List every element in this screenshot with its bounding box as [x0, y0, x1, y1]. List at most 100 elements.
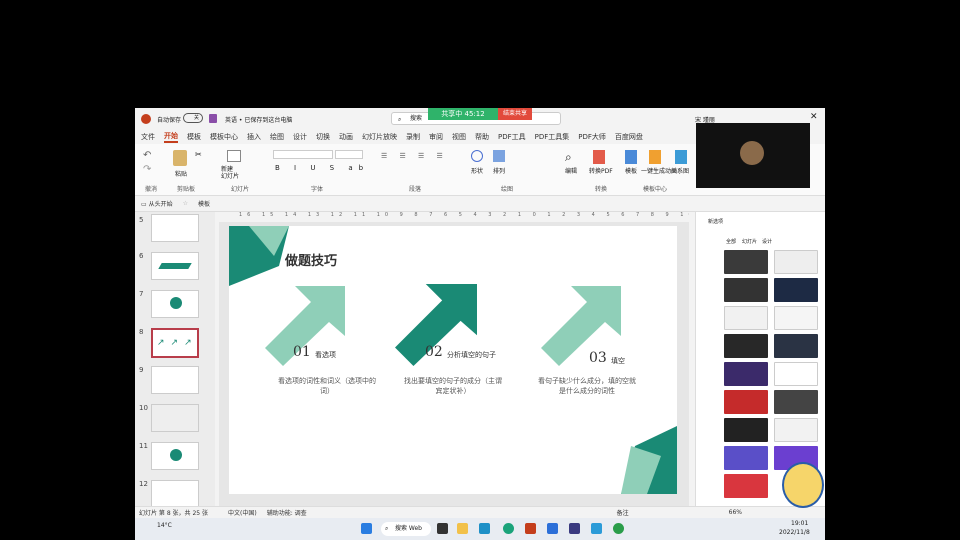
autosave-toggle[interactable]: 关 [183, 113, 203, 123]
paste-icon[interactable] [173, 150, 187, 166]
menu-animations[interactable]: 动画 [339, 132, 353, 142]
slide-thumbnail-5[interactable] [151, 214, 199, 242]
item-desc-2: 找出要填空的句子的成分（主谓宾定状补） [404, 377, 502, 395]
design-card[interactable] [724, 278, 768, 302]
design-card[interactable] [724, 446, 768, 470]
slide-count: 幻灯片 第 8 张，共 25 张 [139, 510, 208, 517]
menu-record[interactable]: 录制 [406, 132, 420, 142]
design-card[interactable] [774, 334, 818, 358]
menu-file[interactable]: 文件 [141, 132, 155, 142]
taskbar-search[interactable]: ⌕ 搜索 Web [381, 522, 431, 536]
slide-thumbnail-7[interactable] [151, 290, 199, 318]
design-card[interactable] [774, 250, 818, 274]
template-icon[interactable] [625, 150, 637, 164]
menu-pdf-toolset[interactable]: PDF工具集 [535, 132, 570, 142]
design-card[interactable] [774, 278, 818, 302]
relation-icon[interactable] [675, 150, 687, 164]
thumbnail-number: 5 [139, 216, 144, 224]
menu-baidu-netdisk[interactable]: 百度网盘 [615, 132, 643, 142]
menu-template-center[interactable]: 模板中心 [210, 132, 238, 142]
slide-thumbnail-9[interactable] [151, 366, 199, 394]
current-slide[interactable]: 做题技巧 01 看选项 看选项的词性和词义（选项中的词） 02 分析填空的句子 … [229, 226, 677, 494]
font-box[interactable] [273, 150, 333, 159]
menu-draw[interactable]: 绘图 [270, 132, 284, 142]
slide-thumbnail-10[interactable] [151, 404, 199, 432]
design-card[interactable] [774, 306, 818, 330]
new-slide-label: 新建 幻灯片 [221, 166, 240, 180]
chrome-icon[interactable] [613, 523, 624, 534]
app-icon[interactable] [591, 523, 602, 534]
design-card[interactable] [774, 362, 818, 386]
shape-icon[interactable] [471, 150, 483, 162]
notes-button[interactable]: 备注 [617, 508, 629, 517]
save-icon[interactable] [209, 114, 217, 123]
template-label: 模板 [625, 168, 638, 175]
app-icon[interactable] [569, 523, 580, 534]
paragraph-icons[interactable]: ☰ ☰ ☰ ☰ [381, 152, 448, 160]
menu-templates[interactable]: 模板 [187, 132, 201, 142]
star-icon[interactable]: ☆ [183, 200, 188, 207]
quick-access-bar: ▭ 从头开始 ☆ 模板 [135, 196, 825, 212]
find-icon[interactable]: ⌕ [565, 150, 572, 165]
cut-icon[interactable]: ✂ [195, 150, 202, 159]
design-card[interactable] [724, 474, 768, 498]
menu-insert[interactable]: 插入 [247, 132, 261, 142]
clock-time: 19:01 [791, 520, 809, 527]
app-icon[interactable] [547, 523, 558, 534]
design-card[interactable] [774, 418, 818, 442]
new-slide-icon[interactable] [227, 150, 241, 162]
menu-help[interactable]: 帮助 [475, 132, 489, 142]
slide-thumbnail-12[interactable] [151, 480, 199, 506]
accessibility-status[interactable]: 辅助功能: 调查 [267, 508, 307, 517]
autosave-label: 自动保存 [157, 117, 182, 124]
design-card[interactable] [724, 334, 768, 358]
taskview-icon[interactable] [437, 523, 448, 534]
design-card[interactable] [724, 362, 768, 386]
group-drawing: 绘图 [501, 186, 514, 193]
design-card[interactable] [724, 418, 768, 442]
panel-tab-all[interactable]: 全部 [726, 238, 736, 245]
slide-thumbnail-8[interactable]: ↗↗↗ [151, 328, 199, 358]
panel-tab-design[interactable]: 设计 [762, 238, 772, 245]
powerpoint-taskbar-icon[interactable] [525, 523, 536, 534]
explorer-icon[interactable] [457, 523, 468, 534]
menu-design[interactable]: 设计 [293, 132, 307, 142]
design-card[interactable] [724, 250, 768, 274]
menu-review[interactable]: 审阅 [429, 132, 443, 142]
weather[interactable]: 14°C [157, 522, 172, 529]
search-icon: ⌕ [398, 116, 402, 123]
slide-editor: 16 15 14 13 12 11 10 9 8 7 6 5 4 3 2 1 0… [219, 212, 689, 506]
thumbnail-number: 9 [139, 366, 144, 374]
animation-icon[interactable] [649, 150, 661, 164]
convert-pdf-icon[interactable] [593, 150, 605, 164]
menu-view[interactable]: 视图 [452, 132, 466, 142]
clock-date: 2022/11/8 [779, 529, 810, 536]
menu-pdf-master[interactable]: PDF大师 [578, 132, 606, 142]
font-size-box[interactable] [335, 150, 363, 159]
menu-home[interactable]: 开始 [164, 131, 178, 143]
design-card[interactable] [724, 306, 768, 330]
from-start-button[interactable]: ▭ 从头开始 [141, 199, 173, 208]
template-button[interactable]: 模板 [198, 199, 210, 208]
zoom-level[interactable]: 66% [729, 509, 742, 516]
design-card[interactable] [724, 390, 768, 414]
close-icon[interactable]: ✕ [810, 112, 818, 122]
arrange-icon[interactable] [493, 150, 505, 162]
menu-slideshow[interactable]: 幻灯片放映 [362, 132, 397, 142]
panel-tab-slides[interactable]: 幻灯片 [742, 238, 757, 245]
menu-transitions[interactable]: 切换 [316, 132, 330, 142]
edge-icon[interactable] [503, 523, 514, 534]
slide-thumbnail-11[interactable] [151, 442, 199, 470]
slide-thumbnail-6[interactable] [151, 252, 199, 280]
undo-icon[interactable]: ↶ [143, 150, 151, 161]
redo-icon[interactable]: ↷ [143, 164, 151, 175]
language[interactable]: 中文(中国) [228, 508, 257, 517]
design-card[interactable] [774, 390, 818, 414]
slideshow-icon: ▭ [141, 201, 147, 208]
font-style-buttons[interactable]: B I U S ab [275, 164, 369, 172]
windows-start-icon[interactable] [361, 523, 372, 534]
end-share-button[interactable]: 结束共享 [498, 108, 532, 120]
store-icon[interactable] [479, 523, 490, 534]
menu-pdf-tools[interactable]: PDF工具 [498, 132, 526, 142]
find-label: 编辑 [565, 168, 578, 175]
